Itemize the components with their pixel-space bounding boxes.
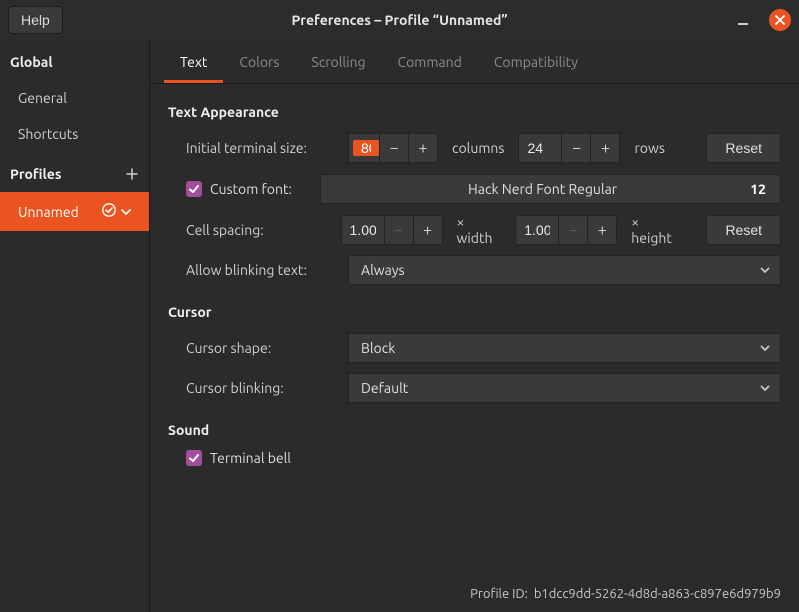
allow-blinking-dropdown[interactable]: Always — [348, 255, 781, 285]
cursor-shape-label: Cursor shape: — [186, 340, 336, 356]
footer: Profile ID: b1dcc9dd-5262-4d8d-a863-c897… — [150, 576, 799, 612]
rows-minus[interactable]: − — [562, 134, 590, 162]
tab-text[interactable]: Text — [164, 40, 223, 83]
tab-content: Text Appearance Initial terminal size: −… — [150, 84, 799, 576]
help-button[interactable]: Help — [8, 6, 63, 34]
cursor-blinking-label: Cursor blinking: — [186, 380, 336, 396]
columns-unit: columns — [452, 140, 504, 156]
cell-width-stepper[interactable]: − + — [341, 215, 443, 245]
titlebar: Help Preferences – Profile “Unnamed” — [0, 0, 799, 40]
cell-height-stepper[interactable]: − + — [515, 215, 617, 245]
font-size: 12 — [750, 181, 766, 197]
font-chooser-button[interactable]: Hack Nerd Font Regular 12 — [320, 174, 781, 204]
rows-plus[interactable]: + — [591, 134, 619, 162]
allow-blinking-label: Allow blinking text: — [186, 262, 336, 278]
profile-id-label: Profile ID: — [470, 587, 528, 601]
tab-scrolling[interactable]: Scrolling — [295, 40, 381, 83]
sidebar-item-label: Unnamed — [18, 204, 79, 220]
add-profile-button[interactable] — [125, 167, 139, 181]
sidebar-item-shortcuts[interactable]: Shortcuts — [0, 116, 149, 152]
rows-input[interactable] — [519, 140, 561, 156]
sidebar-item-general[interactable]: General — [0, 80, 149, 116]
tabs: Text Colors Scrolling Command Compatibil… — [150, 40, 799, 84]
cell-height-unit: × height — [631, 214, 680, 246]
cell-width-minus: − — [385, 216, 413, 244]
cursor-blinking-dropdown[interactable]: Default — [348, 373, 781, 403]
custom-font-label: Custom font: — [210, 181, 292, 197]
custom-font-checkbox[interactable] — [186, 181, 202, 197]
cell-spacing-label: Cell spacing: — [186, 222, 329, 238]
columns-input[interactable] — [353, 140, 379, 156]
minimize-button[interactable] — [735, 12, 751, 28]
window-title: Preferences – Profile “Unnamed” — [291, 12, 507, 28]
section-cursor: Cursor — [168, 304, 781, 320]
initial-size-label: Initial terminal size: — [186, 140, 336, 156]
section-text-appearance: Text Appearance — [168, 104, 781, 120]
tab-command[interactable]: Command — [382, 40, 478, 83]
cell-height-minus: − — [559, 216, 587, 244]
reset-size-button[interactable]: Reset — [706, 133, 781, 163]
cursor-shape-dropdown[interactable]: Block — [348, 333, 781, 363]
chevron-down-icon — [760, 380, 770, 396]
default-profile-icon — [101, 202, 117, 221]
tab-colors[interactable]: Colors — [223, 40, 295, 83]
tab-compatibility[interactable]: Compatibility — [478, 40, 594, 83]
rows-stepper[interactable]: − + — [518, 133, 620, 163]
font-name: Hack Nerd Font Regular — [335, 181, 750, 197]
cell-height-plus[interactable]: + — [588, 216, 616, 244]
sidebar-header-profiles: Profiles — [0, 152, 149, 192]
close-button[interactable] — [769, 9, 791, 31]
columns-stepper[interactable]: − + — [348, 133, 438, 163]
reset-spacing-button[interactable]: Reset — [706, 215, 781, 245]
chevron-down-icon — [760, 262, 770, 278]
terminal-bell-label: Terminal bell — [210, 450, 291, 466]
cell-width-input[interactable] — [342, 222, 384, 238]
profile-menu-caret-icon[interactable] — [121, 204, 131, 220]
profile-id-value: b1dcc9dd-5262-4d8d-a863-c897e6d979b9 — [534, 587, 781, 601]
columns-minus[interactable]: − — [380, 134, 408, 162]
cell-height-input[interactable] — [516, 222, 558, 238]
sidebar-item-profile-unnamed[interactable]: Unnamed — [0, 192, 149, 231]
terminal-bell-checkbox[interactable] — [186, 450, 202, 466]
sidebar-header-global: Global — [0, 40, 149, 80]
rows-unit: rows — [634, 140, 664, 156]
cell-width-unit: × width — [457, 214, 502, 246]
chevron-down-icon — [760, 340, 770, 356]
section-sound: Sound — [168, 422, 781, 438]
columns-plus[interactable]: + — [409, 134, 437, 162]
cell-width-plus[interactable]: + — [414, 216, 442, 244]
sidebar: Global General Shortcuts Profiles Unname… — [0, 40, 150, 612]
